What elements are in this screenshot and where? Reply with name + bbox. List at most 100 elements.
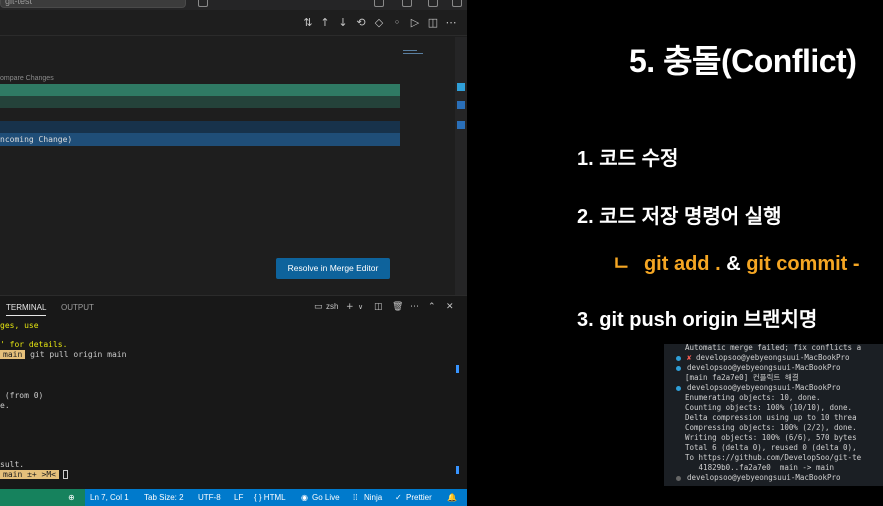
prompt-user: developsoo@yebyeongsuui-MacBookPro: [687, 363, 841, 372]
terminal-branch-segment: main: [0, 350, 26, 359]
terminal-output-line: Counting objects: 100% (10/10), done.: [685, 403, 853, 412]
status-dot: [676, 385, 681, 391]
command-center-search[interactable]: git-test: [0, 0, 186, 8]
terminal-prompt: developsoo@yebyeongsuui-MacBookPro: [664, 473, 841, 483]
git-add-text: git add .: [643, 253, 721, 275]
terminal-output-line: Enumerating objects: 10, done.: [685, 393, 821, 402]
language-mode[interactable]: { } HTML: [254, 489, 286, 506]
minimap-line: [403, 50, 417, 51]
editor-area[interactable]: ompare Changes ncoming Change) Resolve i…: [0, 37, 455, 295]
broadcast-icon: ◉: [301, 493, 308, 502]
terminal-command: git pull origin main: [25, 350, 127, 359]
sub-arrow: ㄴ: [612, 253, 631, 275]
toggle-sidebar-icon[interactable]: [374, 0, 384, 7]
prettier-button[interactable]: Prettier: [406, 489, 432, 506]
prompt-user: developsoo@yebyeongsuui-MacBookPro: [687, 473, 841, 482]
tab-size[interactable]: Tab Size: 2: [144, 489, 184, 506]
editor-scrollbar[interactable]: [455, 37, 467, 295]
revert-icon[interactable]: ⟲: [354, 16, 368, 30]
ninja-button[interactable]: Ninja: [364, 489, 382, 506]
step-3: 3. git push origin 브랜치명: [577, 309, 818, 331]
more-actions-icon[interactable]: ⋯: [444, 16, 458, 30]
minimap-line: [403, 53, 423, 54]
editor-toolbar: ⇅ ↑ ↓ ⟲ ◇ ◦ ▷ ◫ ⋯: [0, 10, 467, 36]
terminal-line: sult.: [0, 460, 25, 469]
terminal-output-line: Delta compression using up to 10 threa: [685, 413, 857, 422]
terminal-output-line: [main fa2a7e0] 컨플릭트 해결: [685, 373, 799, 382]
terminal-icon: ▭: [314, 302, 323, 312]
terminal-output-line: Writing objects: 100% (6/6), 570 bytes: [685, 433, 857, 442]
step-2: 2. 코드 저장 명령어 실행: [577, 206, 782, 228]
terminal-output-line: Total 6 (delta 0), reused 0 (delta 0),: [685, 443, 857, 452]
ampersand: &: [726, 253, 741, 275]
new-terminal-icon[interactable]: +: [346, 301, 354, 313]
terminal-output-line: Automatic merge failed; fix conflicts a: [685, 344, 862, 352]
terminal-screenshot: Automatic merge failed; fix conflicts a …: [664, 344, 883, 486]
source-control-compare-icon[interactable]: ⇅: [301, 16, 315, 30]
tab-terminal[interactable]: TERMINAL: [6, 303, 47, 316]
next-conflict-icon[interactable]: ↓: [336, 16, 350, 30]
resolve-in-merge-editor-button[interactable]: Resolve in Merge Editor: [276, 258, 390, 279]
compare-changes-codelens[interactable]: ompare Changes: [0, 75, 54, 82]
presentation-slide: 5. 충돌(Conflict) 1. 코드 수정 2. 코드 저장 명령어 실행…: [467, 0, 883, 506]
notifications-bell-icon[interactable]: 🔔: [447, 489, 457, 506]
current-change-header: [0, 84, 400, 96]
status-dot: [676, 365, 681, 371]
previous-conflict-icon[interactable]: ↑: [318, 16, 332, 30]
prompt-user: developsoo@yebyeongsuui-MacBookPro: [687, 383, 841, 392]
status-dot: [676, 475, 681, 481]
panel-tab-bar: TERMINAL OUTPUT ▭ zsh + ∨ ◫ 🗑 ⋯ ⌃ ✕: [0, 296, 467, 318]
bottom-panel: TERMINAL OUTPUT ▭ zsh + ∨ ◫ 🗑 ⋯ ⌃ ✕ ges,…: [0, 295, 467, 489]
status-bar: ⊕ Ln 7, Col 1 Tab Size: 2 UTF-8 LF { } H…: [0, 489, 467, 506]
scrollbar-marker: [457, 83, 465, 91]
terminal-line: ges, use: [0, 321, 39, 330]
current-change-body: [0, 96, 400, 108]
close-panel-icon[interactable]: ✕: [446, 301, 454, 313]
incoming-change-label: ncoming Change): [0, 135, 73, 144]
terminal-output-line: Compressing objects: 100% (2/2), done.: [685, 423, 857, 432]
minimap[interactable]: [400, 37, 455, 295]
encoding[interactable]: UTF-8: [198, 489, 221, 506]
step-1: 1. 코드 수정: [577, 148, 679, 170]
terminal-prompt: ✘ developsoo@yebyeongsuui-MacBookPro: [664, 353, 850, 363]
cursor-position[interactable]: Ln 7, Col 1: [90, 489, 129, 506]
maximize-panel-icon[interactable]: ⌃: [428, 301, 436, 313]
scrollbar-marker: [457, 121, 465, 129]
go-live-button[interactable]: Go Live: [312, 489, 340, 506]
terminal-output-line: 41829b0..fa2a7e0 main -> main: [685, 463, 835, 472]
error-cross-icon: ✘: [687, 353, 697, 362]
terminal-shell-label[interactable]: zsh: [326, 302, 338, 311]
terminal-prompt: developsoo@yebyeongsuui-MacBookPro: [664, 383, 841, 393]
slide-title: 5. 충돌(Conflict): [629, 43, 857, 79]
git-commit-icon[interactable]: ◦: [390, 16, 404, 30]
copilot-icon[interactable]: [198, 0, 208, 7]
terminal-line: ' for details.: [0, 340, 68, 349]
toggle-panel-icon[interactable]: [402, 0, 412, 7]
status-dot: [676, 355, 681, 361]
scrollbar-marker: [457, 101, 465, 109]
check-double-icon: ✓: [395, 493, 402, 502]
stage-icon[interactable]: ◇: [372, 16, 386, 30]
git-command-line: ㄴ git add . & git commit -: [612, 247, 860, 276]
end-of-line[interactable]: LF: [234, 489, 243, 506]
terminal-line: (from 0): [0, 391, 44, 400]
prompt-user: developsoo@yebyeongsuui-MacBookPro: [696, 353, 850, 362]
more-actions-icon[interactable]: ⋯: [410, 301, 419, 313]
vscode-window: git-test ⇅ ↑ ↓ ⟲ ◇ ◦ ▷ ◫ ⋯ ompare Change…: [0, 0, 467, 506]
split-editor-icon[interactable]: ◫: [426, 16, 440, 30]
terminal-cursor: [62, 470, 68, 479]
open-changes-icon[interactable]: ▷: [408, 16, 422, 30]
terminal-prompt-line: main git pull origin main: [0, 350, 126, 360]
chevron-down-icon[interactable]: ∨: [358, 301, 363, 313]
customize-layout-icon[interactable]: [452, 0, 462, 7]
zoom-icon[interactable]: ⊕: [68, 489, 75, 506]
ninja-icon: ⁞⁞: [353, 493, 358, 502]
terminal-prompt: developsoo@yebyeongsuui-MacBookPro: [664, 363, 841, 373]
split-terminal-icon[interactable]: ◫: [374, 301, 383, 313]
terminal-prompt-line[interactable]: main ±+ >M<: [0, 470, 68, 480]
tab-output[interactable]: OUTPUT: [61, 303, 94, 312]
terminal-scroll-marker: [456, 365, 459, 373]
kill-terminal-icon[interactable]: 🗑: [392, 301, 403, 313]
git-commit-text: git commit -: [746, 253, 860, 275]
toggle-secondary-sidebar-icon[interactable]: [428, 0, 438, 7]
